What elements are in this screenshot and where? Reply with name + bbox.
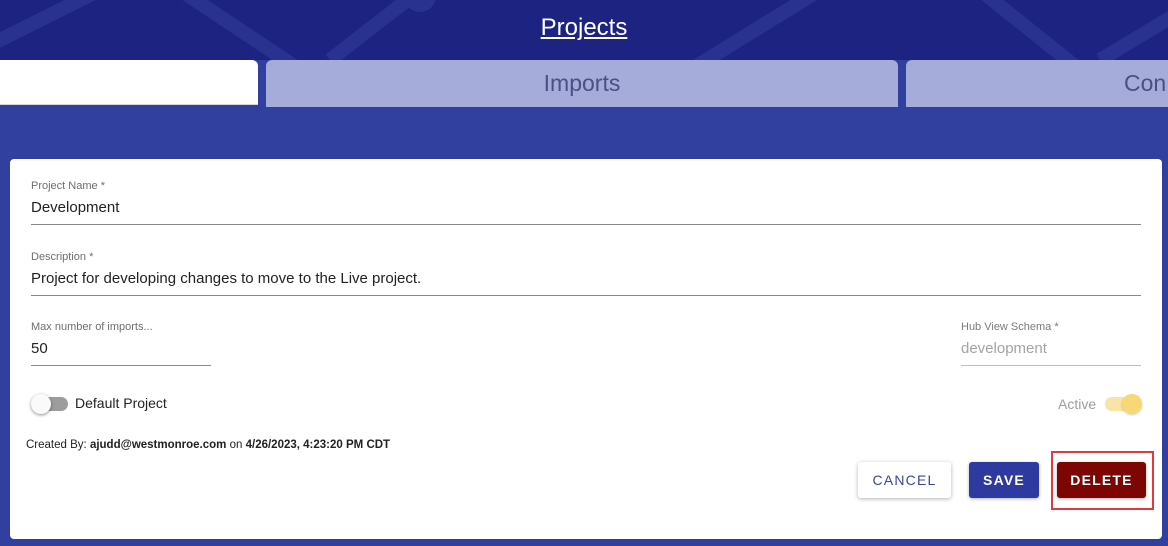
tab-config[interactable]: Con xyxy=(906,60,1168,107)
active-toggle[interactable] xyxy=(1102,394,1142,414)
app-header: Projects xyxy=(0,0,1168,60)
active-label: Active xyxy=(1058,396,1097,412)
delete-button-highlight xyxy=(1051,451,1154,510)
created-by-prefix: Created By: xyxy=(26,439,87,451)
created-on-text: on xyxy=(229,439,243,451)
project-name-label: Project Name * xyxy=(31,180,105,192)
project-form-card: Project Name * Development Description *… xyxy=(10,159,1162,539)
hub-view-schema-field: Hub View Schema * development xyxy=(961,321,1141,366)
hub-view-schema-input: development xyxy=(961,340,1047,357)
project-name-field[interactable]: Project Name * Development xyxy=(31,180,1141,225)
created-by-info: Created By: ajudd@westmonroe.com on 4/26… xyxy=(26,439,390,451)
project-name-underline xyxy=(31,224,1141,225)
created-by-email: ajudd@westmonroe.com xyxy=(89,439,227,451)
description-input[interactable]: Project for developing changes to move t… xyxy=(31,270,1141,287)
created-at-timestamp: 4/26/2023, 4:23:20 PM CDT xyxy=(245,439,391,451)
description-field[interactable]: Description * Project for developing cha… xyxy=(31,251,1141,296)
description-underline xyxy=(31,295,1141,296)
max-imports-field[interactable]: Max number of imports... 50 xyxy=(31,321,211,366)
default-project-label: Default Project xyxy=(75,395,167,411)
active-toggle-knob xyxy=(1122,394,1142,414)
project-name-input[interactable]: Development xyxy=(31,199,1141,216)
save-button[interactable]: SAVE xyxy=(969,462,1039,498)
default-project-toggle-knob xyxy=(31,394,51,414)
max-imports-label: Max number of imports... xyxy=(31,321,153,333)
tab-imports[interactable]: Imports xyxy=(266,60,898,107)
max-imports-underline xyxy=(31,365,211,366)
tab-general[interactable] xyxy=(0,60,258,105)
max-imports-input[interactable]: 50 xyxy=(31,340,211,357)
default-project-toggle[interactable] xyxy=(31,394,71,414)
hub-view-schema-label: Hub View Schema * xyxy=(961,321,1059,333)
page-title[interactable]: Projects xyxy=(0,14,1168,42)
hub-view-schema-underline xyxy=(961,365,1141,366)
cancel-button[interactable]: CANCEL xyxy=(858,462,951,498)
tab-bar: Imports Con xyxy=(0,60,1168,108)
description-label: Description * xyxy=(31,251,94,263)
